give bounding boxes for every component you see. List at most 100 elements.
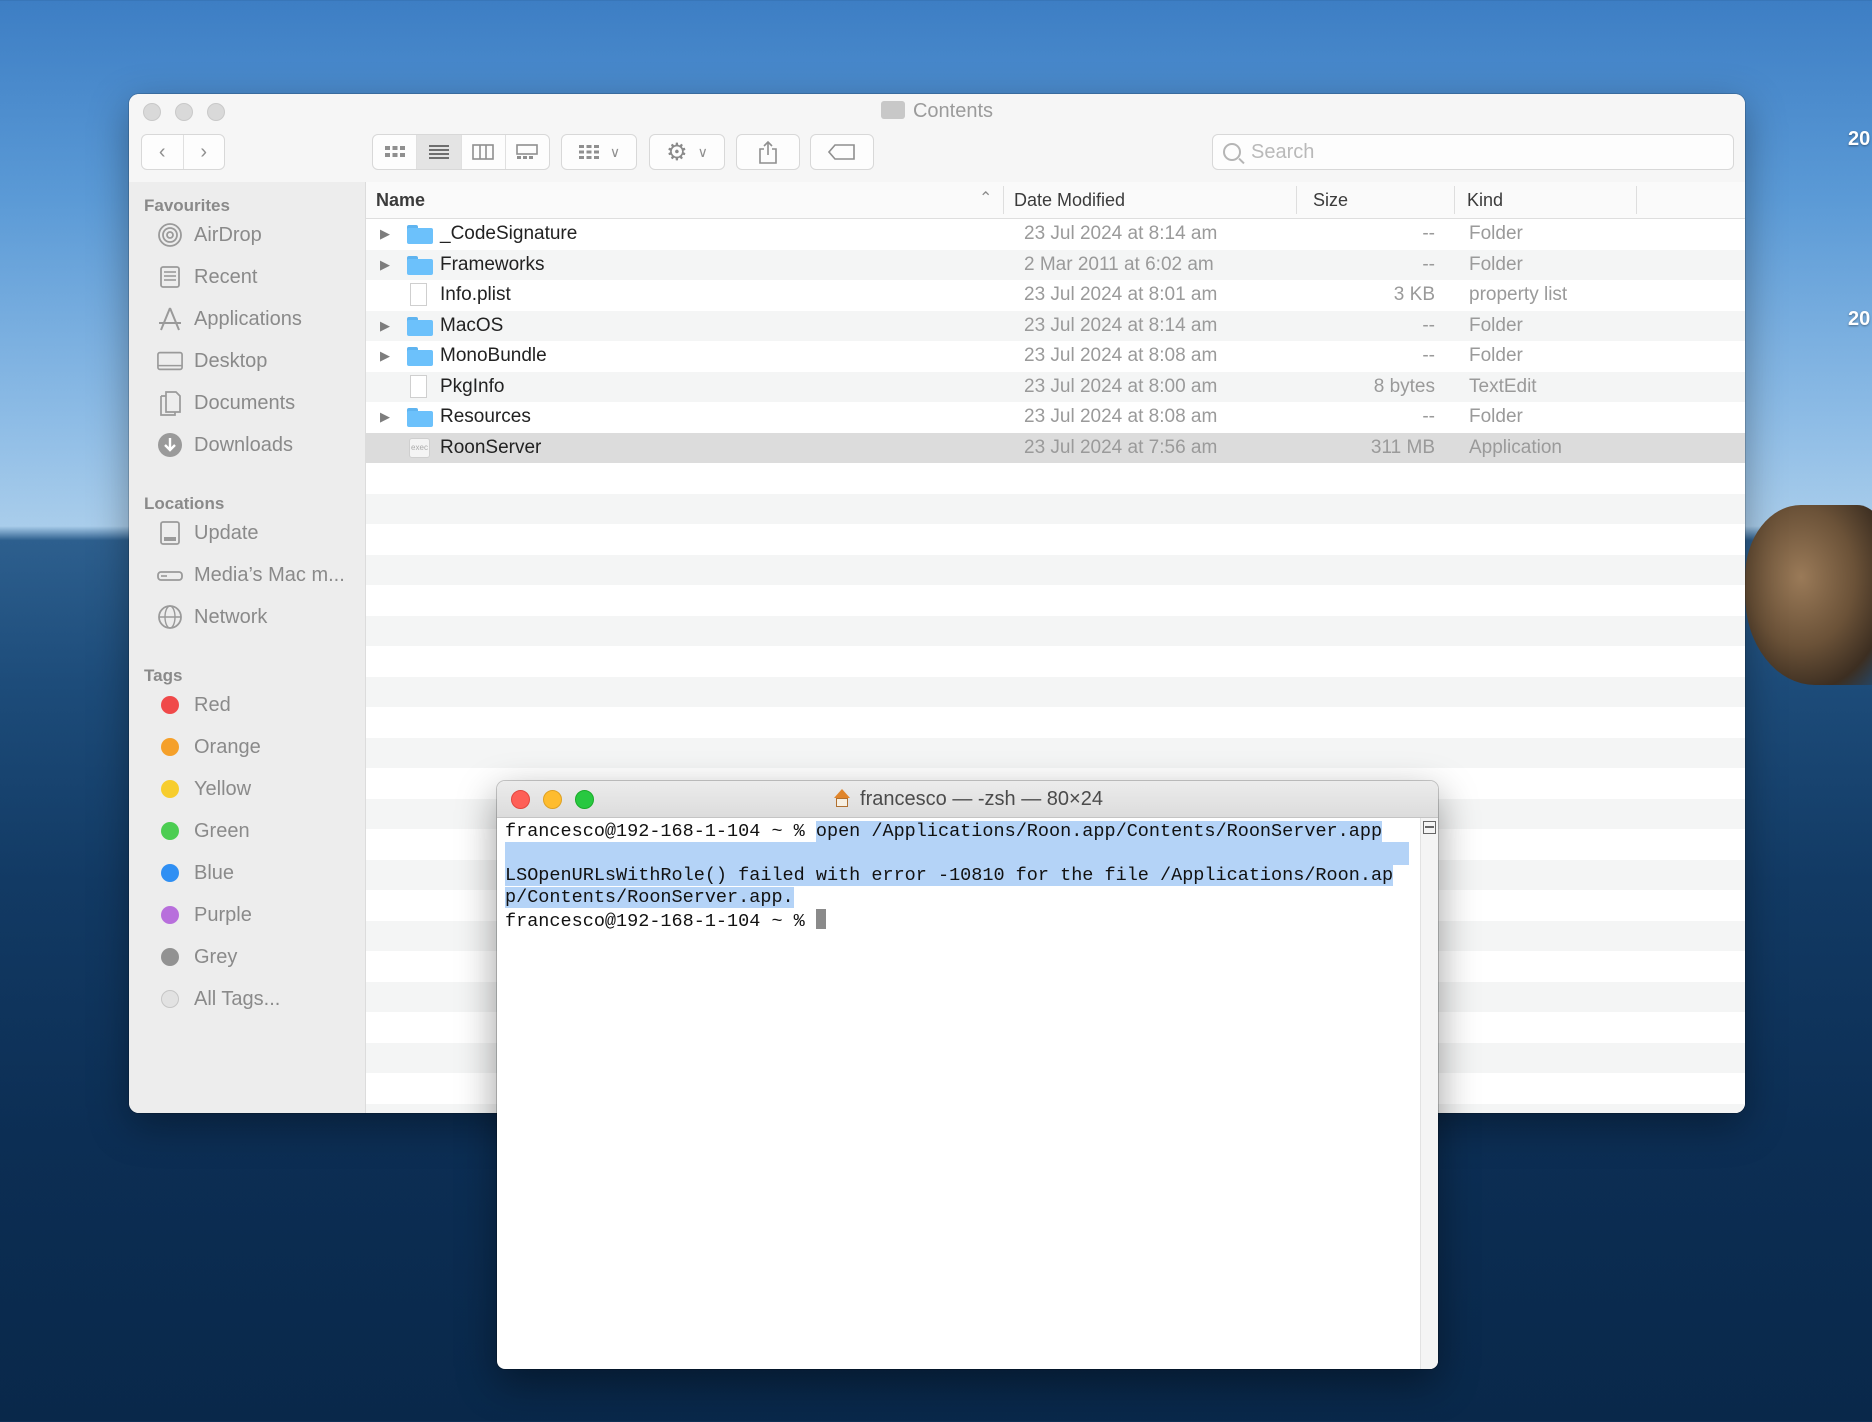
column-kind-header[interactable]: Kind <box>1467 182 1627 218</box>
search-icon <box>1223 143 1241 161</box>
tag-label: Green <box>194 819 250 842</box>
sidebar-item-label: Applications <box>194 307 302 330</box>
file-row[interactable]: ▶ _CodeSignature 23 Jul 2024 at 8:14 am -- F… <box>366 219 1745 249</box>
disclosure-triangle-icon[interactable]: ▶ <box>380 219 390 249</box>
tag-dot-icon <box>161 696 179 714</box>
desktop-cliff <box>1745 505 1872 685</box>
file-row[interactable]: Info.plist 23 Jul 2024 at 8:01 am 3 KB prop… <box>366 280 1745 310</box>
sidebar-item-network[interactable]: Network <box>157 600 357 634</box>
column-name-header[interactable]: Name <box>376 182 896 218</box>
file-date: 23 Jul 2024 at 8:08 am <box>1024 406 1218 427</box>
empty-row <box>366 524 1745 554</box>
disk-icon <box>157 520 183 546</box>
group-icon <box>578 145 599 159</box>
chevron-left-icon: ‹ <box>158 140 166 163</box>
sidebar-item-recent[interactable]: Recent <box>157 260 357 294</box>
file-row[interactable]: ▶ MonoBundle 23 Jul 2024 at 8:08 am -- Folde… <box>366 341 1745 371</box>
sidebar-item-desktop[interactable]: Desktop <box>157 344 357 378</box>
tags-button[interactable] <box>810 134 874 170</box>
tag-item-red[interactable]: Red <box>157 688 357 722</box>
terminal-line <box>505 842 1409 865</box>
sidebar-item-airdrop[interactable]: AirDrop <box>157 218 357 252</box>
file-size: -- <box>1422 253 1435 275</box>
back-button[interactable]: ‹ <box>142 135 184 169</box>
terminal-scrollbar[interactable] <box>1420 818 1438 1369</box>
file-row[interactable]: ▶ Resources 23 Jul 2024 at 8:08 am -- Folder <box>366 402 1745 432</box>
home-icon <box>832 789 852 809</box>
desktop-label: 20 <box>1848 308 1871 330</box>
sidebar-item-applications[interactable]: Applications <box>157 302 357 336</box>
empty-row <box>366 463 1745 493</box>
file-kind: Folder <box>1469 345 1523 366</box>
columns-icon <box>472 144 494 160</box>
file-kind: Folder <box>1469 314 1523 336</box>
sort-ascending-icon: ⌃ <box>979 190 993 207</box>
sidebar-item-computer[interactable]: Media’s Mac m... <box>157 558 357 592</box>
disclosure-triangle-icon[interactable]: ▶ <box>380 250 390 280</box>
gallery-view-button[interactable] <box>506 135 549 169</box>
column-label: Size <box>1313 189 1349 210</box>
sidebar-item-update[interactable]: Update <box>157 516 357 550</box>
tag-item-all-tags[interactable]: All Tags... <box>157 982 357 1016</box>
sidebar-item-label: Downloads <box>194 433 293 456</box>
share-button[interactable] <box>736 134 800 170</box>
tags-heading: Tags <box>144 666 183 685</box>
group-by-button[interactable]: ∨ <box>561 134 637 170</box>
finder-titlebar: Contents ‹ › ∨ ⚙ ∨ Search <box>129 94 1745 183</box>
column-separator <box>1296 186 1297 214</box>
file-name: Resources <box>440 406 531 427</box>
tag-item-green[interactable]: Green <box>157 814 357 848</box>
file-row[interactable]: ▶ Frameworks 2 Mar 2011 at 6:02 am -- Folder <box>366 249 1745 280</box>
file-date: 23 Jul 2024 at 8:14 am <box>1024 314 1218 336</box>
tag-label: All Tags... <box>194 987 281 1010</box>
selected-error: LSOpenURLsWithRole() failed with error -… <box>505 865 1394 886</box>
file-row[interactable]: ▶ MacOS 23 Jul 2024 at 8:14 am -- Folder <box>366 310 1745 341</box>
column-date-header[interactable]: Date Modified <box>1014 182 1294 218</box>
action-button[interactable]: ⚙ ∨ <box>649 134 725 170</box>
sidebar-item-documents[interactable]: Documents <box>157 386 357 420</box>
sidebar-item-label: Documents <box>194 391 296 414</box>
file-size: -- <box>1422 345 1435 366</box>
applications-icon <box>157 306 183 332</box>
sidebar-item-downloads[interactable]: Downloads <box>157 428 357 462</box>
file-size: 8 bytes <box>1373 375 1435 397</box>
file-date: 23 Jul 2024 at 8:08 am <box>1024 345 1218 366</box>
disclosure-triangle-icon[interactable]: ▶ <box>380 402 390 432</box>
terminal-output[interactable]: francesco@192-168-1-104 ~ % open /Applic… <box>497 818 1423 1369</box>
folder-icon <box>407 316 433 336</box>
column-size-header[interactable]: Size <box>1313 182 1443 218</box>
file-date: 23 Jul 2024 at 8:14 am <box>1024 223 1218 244</box>
disclosure-triangle-icon[interactable]: ▶ <box>380 341 390 371</box>
column-header: Name ⌃ Date Modified Size Kind <box>366 182 1745 219</box>
column-view-button[interactable] <box>462 135 506 169</box>
gear-icon: ⚙ <box>666 138 688 166</box>
forward-button[interactable]: › <box>184 135 225 169</box>
icon-view-button[interactable] <box>373 135 418 169</box>
tag-dot-icon <box>161 780 179 798</box>
disclosure-triangle-icon[interactable]: ▶ <box>380 311 390 341</box>
sidebar-item-label: Recent <box>194 265 258 288</box>
terminal-window: francesco — -zsh — 80×24 francesco@192-1… <box>497 781 1438 1369</box>
file-row[interactable]: exec RoonServer 23 Jul 2024 at 7:56 am 311 … <box>366 432 1745 463</box>
tag-label: Blue <box>194 861 235 884</box>
tag-item-orange[interactable]: Orange <box>157 730 357 764</box>
tag-dot-icon <box>161 822 179 840</box>
documents-icon <box>157 390 183 416</box>
file-date: 23 Jul 2024 at 8:00 am <box>1024 375 1218 397</box>
tag-label: Red <box>194 693 231 716</box>
split-pane-icon[interactable] <box>1423 821 1436 834</box>
tag-label: Orange <box>194 735 261 758</box>
file-size: -- <box>1422 314 1435 336</box>
tag-item-purple[interactable]: Purple <box>157 898 357 932</box>
tag-item-yellow[interactable]: Yellow <box>157 772 357 806</box>
empty-row <box>366 585 1745 615</box>
file-row[interactable]: PkgInfo 23 Jul 2024 at 8:00 am 8 bytes Text… <box>366 371 1745 402</box>
empty-row <box>366 676 1745 707</box>
search-field[interactable]: Search <box>1212 134 1734 170</box>
tag-item-blue[interactable]: Blue <box>157 856 357 890</box>
terminal-line: p/Contents/RoonServer.app. <box>505 886 794 909</box>
list-view-button[interactable] <box>417 135 462 169</box>
tag-item-grey[interactable]: Grey <box>157 940 357 974</box>
terminal-title-text: francesco — -zsh — 80×24 <box>860 787 1103 810</box>
document-icon <box>410 283 427 306</box>
